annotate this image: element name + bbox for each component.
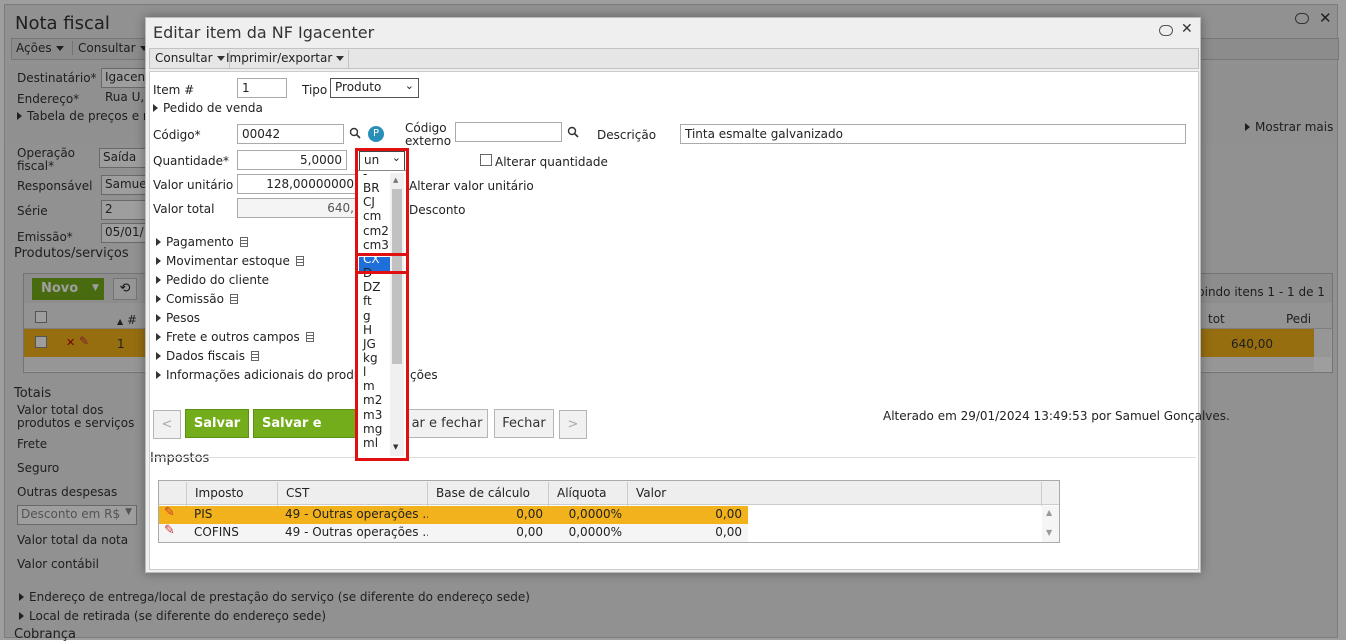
valor-total-input: 640,	[237, 198, 359, 218]
salvar-fechar-button[interactable]: ar e fechar	[406, 409, 488, 438]
codigo-externo-label-2: externo	[405, 134, 452, 148]
next-button[interactable]: >	[559, 410, 587, 439]
impostos-scrollbar[interactable]: ▲ ▼	[1042, 506, 1059, 542]
alterar-quantidade-checkbox[interactable]	[480, 154, 492, 166]
valor-total-label: Valor total	[153, 202, 215, 216]
caret-right-icon	[156, 257, 161, 265]
quantidade-label: Quantidade*	[153, 154, 230, 168]
annotation-highlight-box	[355, 148, 409, 461]
codigo-externo-input[interactable]	[455, 122, 562, 142]
caret-right-icon	[156, 295, 161, 303]
impostos-col-aliquota[interactable]: Alíquota	[549, 482, 628, 506]
search-icon[interactable]	[349, 127, 361, 139]
impostos-divider	[150, 457, 1196, 458]
section-label: Pagamento	[166, 235, 234, 249]
annotation-highlight-box	[355, 253, 409, 274]
dialog-toolbar: Consultar Imprimir/exportar	[149, 48, 1199, 69]
impostos-col-base[interactable]: Base de cálculo	[428, 482, 549, 506]
cofins-base: 0,00	[516, 525, 543, 539]
impostos-col-edit	[159, 482, 187, 506]
notes-icon	[305, 332, 314, 342]
caret-right-icon	[156, 314, 161, 322]
alterar-valor-unitario-label[interactable]: Alterar valor unitário	[409, 180, 534, 193]
section-info-adicionais[interactable]: Informações adicionais do produto e	[156, 369, 385, 382]
pedido-venda-toggle[interactable]: Pedido de venda	[153, 102, 263, 115]
fechar-button[interactable]: Fechar	[494, 409, 554, 438]
imprimir-label: Imprimir/exportar	[226, 51, 333, 65]
valor-unitario-input[interactable]: 128,00000000	[237, 174, 359, 194]
previous-button[interactable]: <	[153, 410, 181, 439]
notes-icon	[239, 237, 248, 247]
scroll-up-icon[interactable]: ▲	[1046, 508, 1052, 517]
chevron-down-icon: ⌄	[404, 79, 414, 92]
section-dados-fiscais[interactable]: Dados fiscais	[156, 350, 259, 363]
section-pagamento[interactable]: Pagamento	[156, 236, 248, 249]
caret-right-icon	[153, 104, 158, 112]
impostos-title: Impostos	[150, 451, 210, 466]
cofins-imposto: COFINS	[194, 525, 239, 539]
notes-icon	[250, 351, 259, 361]
pis-valor: 0,00	[715, 507, 742, 521]
section-info-adicionais-tail: ções	[410, 368, 438, 382]
section-label: Frete e outros campos	[166, 330, 300, 344]
quantidade-input[interactable]: 5,0000	[237, 150, 347, 170]
section-movimentar-estoque[interactable]: Movimentar estoque	[156, 255, 304, 268]
impostos-col-cst[interactable]: CST	[278, 482, 428, 506]
tipo-select[interactable]: Produto ⌄	[330, 78, 419, 98]
codigo-input[interactable]: 00042	[237, 124, 344, 144]
cofins-cst: 49 - Outras operações ...	[285, 525, 428, 539]
chevron-down-icon	[336, 56, 345, 61]
caret-right-icon	[156, 371, 161, 379]
section-label: Pedido do cliente	[166, 273, 270, 287]
pencil-icon[interactable]: ✎	[164, 523, 175, 538]
section-comissao[interactable]: Comissão	[156, 293, 238, 306]
caret-right-icon	[156, 276, 161, 284]
consultar-label: Consultar	[155, 51, 213, 65]
descricao-input[interactable]: Tinta esmalte galvanizado	[680, 124, 1186, 144]
close-icon[interactable]: ✕	[1181, 21, 1193, 37]
salvar-novo-button[interactable]: Salvar e novo	[253, 409, 357, 458]
chat-icon[interactable]	[1159, 25, 1173, 36]
consultar-menu[interactable]: Consultar	[151, 50, 230, 68]
dialog-title: Editar item da NF Igacenter	[153, 23, 375, 42]
item-number-input[interactable]: 1	[237, 78, 287, 98]
cofins-valor: 0,00	[715, 525, 742, 539]
pedido-venda-label: Pedido de venda	[163, 101, 263, 115]
notes-icon	[229, 294, 238, 304]
impostos-col-valor[interactable]: Valor	[628, 482, 1042, 506]
pis-base: 0,00	[516, 507, 543, 521]
pis-imposto: PIS	[194, 507, 213, 521]
pis-cst: 49 - Outras operações ...	[285, 507, 428, 521]
caret-right-icon	[156, 238, 161, 246]
valor-unitario-label: Valor unitário	[153, 178, 234, 192]
search-icon[interactable]	[567, 126, 579, 138]
salvar-button[interactable]: Salvar	[185, 409, 249, 438]
section-label: Informações adicionais do produto e	[166, 368, 385, 382]
section-label: Dados fiscais	[166, 349, 245, 363]
section-pedido-cliente[interactable]: Pedido do cliente	[156, 274, 269, 287]
descricao-label: Descrição	[597, 128, 657, 142]
notes-icon	[295, 256, 304, 266]
section-label: Comissão	[166, 292, 224, 306]
alterado-text: Alterado em 29/01/2024 13:49:53 por Samu…	[883, 409, 1230, 423]
alterar-quantidade-label: Alterar quantidade	[495, 155, 608, 169]
section-frete[interactable]: Frete e outros campos	[156, 331, 314, 344]
cofins-aliquota: 0,0000%	[568, 525, 622, 539]
caret-right-icon	[156, 333, 161, 341]
codigo-label: Código*	[153, 128, 201, 142]
product-info-icon[interactable]: P	[368, 126, 384, 142]
scroll-down-icon[interactable]: ▼	[1046, 528, 1052, 537]
pis-aliquota: 0,0000%	[568, 507, 622, 521]
impostos-col-imposto[interactable]: Imposto	[187, 482, 278, 506]
pencil-icon[interactable]: ✎	[164, 505, 175, 520]
desconto-label[interactable]: Desconto	[409, 204, 465, 217]
caret-right-icon	[156, 352, 161, 360]
tipo-select-value: Produto	[335, 80, 382, 94]
imprimir-menu[interactable]: Imprimir/exportar	[222, 50, 350, 68]
section-label: Pesos	[166, 311, 201, 325]
item-label: Item #	[153, 83, 195, 97]
section-label: Movimentar estoque	[166, 254, 290, 268]
section-pesos[interactable]: Pesos	[156, 312, 200, 325]
tipo-label: Tipo	[302, 83, 328, 97]
